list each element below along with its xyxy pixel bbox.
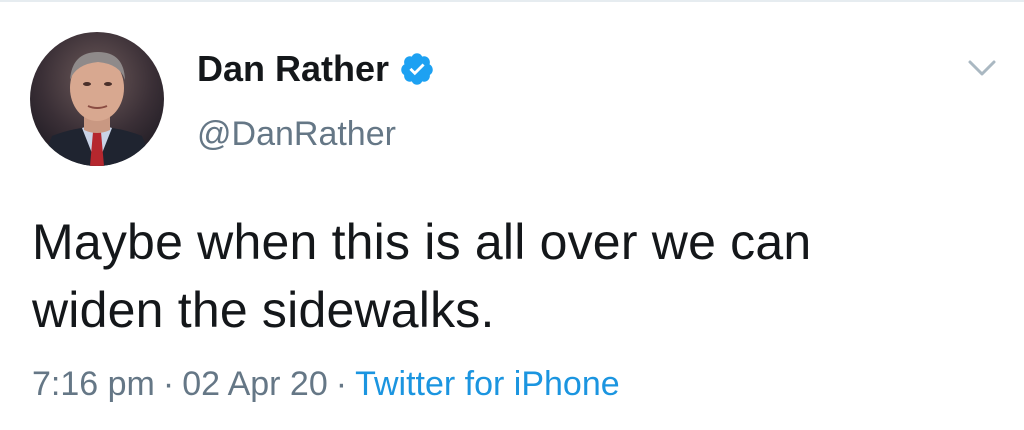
tweet-date[interactable]: 02 Apr 20 [182, 365, 328, 403]
author-block: Dan Rather @DanRather [197, 44, 435, 154]
avatar-photo [30, 32, 164, 166]
verified-badge-icon [399, 51, 435, 87]
tweet-meta: 7:16 pm · 02 Apr 20 · Twitter for iPhone [32, 362, 620, 406]
user-handle[interactable]: @DanRather [197, 114, 435, 154]
tweet-text-line: widen the sidewalks. [32, 282, 495, 338]
meta-separator: · [335, 365, 348, 403]
name-row: Dan Rather [197, 44, 435, 94]
tweet-text-line: Maybe when this is all over we can [32, 214, 812, 270]
display-name[interactable]: Dan Rather [197, 44, 389, 94]
tweet-card: Dan Rather @DanRather Maybe when this is… [0, 0, 1024, 430]
tweet-time[interactable]: 7:16 pm [32, 365, 155, 403]
tweet-text: Maybe when this is all over we can widen… [32, 208, 992, 344]
avatar[interactable] [30, 32, 164, 166]
tweet-source-link[interactable]: Twitter for iPhone [355, 365, 620, 403]
chevron-down-icon[interactable] [966, 54, 998, 82]
meta-separator: · [162, 365, 175, 403]
